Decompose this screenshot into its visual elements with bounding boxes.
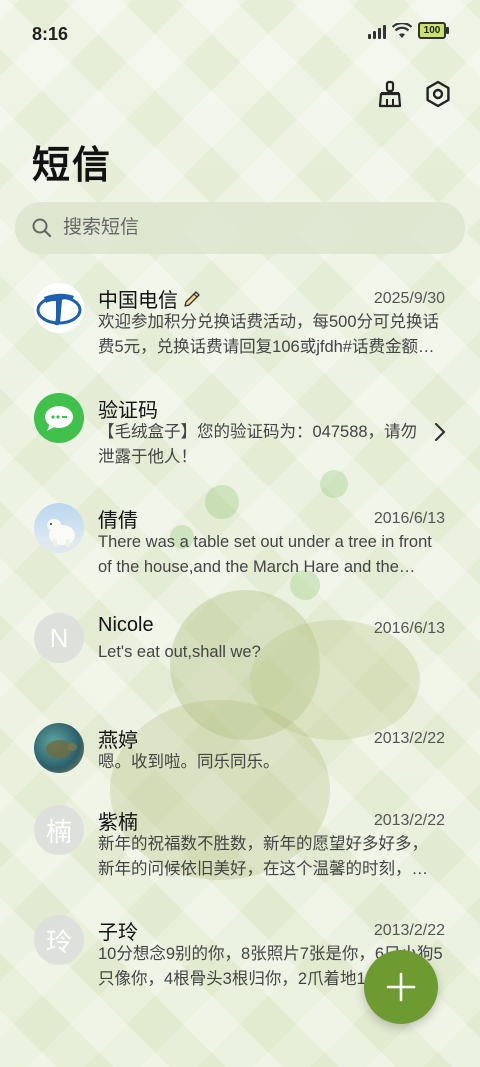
conversation-list: 中国电信 2025/9/30 欢迎参加积分兑换话费活动，每500分可兑换话费5元… [0, 270, 480, 1012]
conversation-date: 2016/6/13 [373, 510, 445, 527]
search-input[interactable] [61, 216, 445, 240]
chevron-right-icon [434, 422, 446, 442]
status-bar: 8:16 100 [0, 0, 480, 68]
conversation-name: 倩倩 [98, 510, 138, 532]
conversation-preview: 【毛绒盒子】您的验证码为：047588，请勿泄露于他人！ [98, 423, 418, 466]
conversation-preview: There was a table set out under a tree i… [98, 533, 432, 576]
conversation-name: 燕婷 [98, 730, 138, 752]
conversation-preview: 欢迎参加积分兑换话费活动，每500分可兑换话费5元，兑换话费请回复106或jfd… [98, 313, 440, 356]
polar-bear-photo-avatar [34, 503, 84, 553]
conversation-date: 2013/2/22 [373, 730, 445, 747]
new-message-button[interactable] [364, 950, 438, 1024]
china-telecom-logo-avatar [34, 283, 84, 333]
page-title: 短信 [32, 145, 113, 187]
status-icons: 100 [368, 22, 449, 39]
letter-avatar: N [34, 613, 84, 663]
plus-icon [386, 972, 416, 1002]
settings-button[interactable] [422, 78, 454, 110]
sea-turtle-photo-avatar [34, 723, 84, 773]
conversation-date: 2016/6/13 [373, 620, 445, 637]
conversation-name: 紫楠 [98, 812, 138, 834]
conversation-preview: Let's eat out,shall we? [98, 643, 261, 661]
letter-avatar: 玲 [34, 915, 84, 965]
status-time: 8:16 [32, 24, 69, 44]
search-icon [32, 218, 52, 238]
conversation-item[interactable]: 燕婷 2013/2/22 嗯。收到啦。同乐同乐。 [0, 710, 480, 792]
conversation-preview: 嗯。收到啦。同乐同乐。 [98, 753, 280, 771]
conversation-name: 验证码 [98, 400, 158, 422]
conversation-name: Nicole [98, 614, 154, 636]
broom-icon [378, 80, 402, 108]
clean-button[interactable] [374, 78, 406, 110]
conversation-date: 2013/2/22 [373, 812, 445, 829]
toolbar-actions [374, 78, 454, 110]
signal-icon [368, 23, 386, 39]
conversation-item[interactable]: 中国电信 2025/9/30 欢迎参加积分兑换话费活动，每500分可兑换话费5元… [0, 270, 480, 380]
battery-icon: 100 [418, 22, 449, 39]
message-bubble-avatar [34, 393, 84, 443]
conversation-folder-verification[interactable]: 验证码 【毛绒盒子】您的验证码为：047588，请勿泄露于他人！ [0, 380, 480, 490]
conversation-item[interactable]: N Nicole 2016/6/13 Let's eat out,shall w… [0, 600, 480, 710]
wifi-icon [392, 22, 412, 38]
search-bar[interactable] [15, 202, 465, 254]
settings-hexagon-icon [426, 80, 450, 108]
conversation-date: 2013/2/22 [373, 922, 445, 939]
conversation-date: 2025/9/30 [373, 290, 445, 307]
conversation-name: 子玲 [98, 922, 138, 944]
conversation-item[interactable]: 倩倩 2016/6/13 There was a table set out u… [0, 490, 480, 600]
pencil-draft-icon [184, 290, 200, 307]
conversation-item[interactable]: 楠 紫楠 2013/2/22 新年的祝福数不胜数，新年的愿望好多好多，新年的问候… [0, 792, 480, 902]
letter-avatar: 楠 [34, 805, 84, 855]
conversation-preview: 新年的祝福数不胜数，新年的愿望好多好多，新年的问候依旧美好，在这个温馨的时刻，送… [98, 835, 428, 878]
conversation-name: 中国电信 [98, 284, 202, 313]
